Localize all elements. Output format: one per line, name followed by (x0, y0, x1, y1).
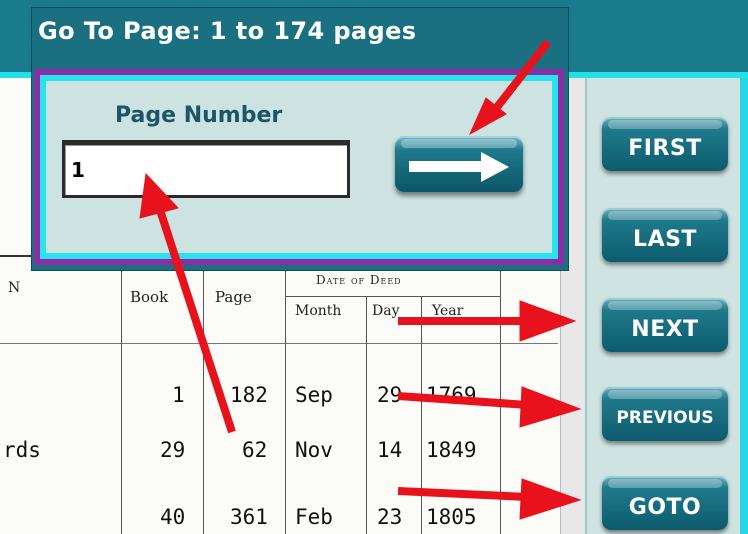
doc-fragment: rds (3, 438, 41, 462)
header-month: Month (295, 303, 342, 319)
table-column-line (285, 270, 286, 534)
previous-button[interactable]: PREVIOUS (602, 387, 728, 441)
first-button[interactable]: FIRST (602, 117, 728, 171)
cell-month: Nov (295, 438, 333, 462)
cell-year: 1849 (426, 438, 477, 462)
cell-page: 182 (230, 383, 268, 407)
cell-page: 62 (242, 438, 268, 462)
header-year: Year (432, 303, 464, 319)
header-day: Day (372, 303, 400, 319)
header-date-of-deed: Date of Deed (316, 273, 402, 287)
goto-button-label: GOTO (628, 494, 702, 520)
cell-day: 23 (377, 505, 403, 529)
table-rule (0, 343, 558, 344)
cell-day: 14 (377, 438, 403, 462)
cell-page: 361 (230, 505, 268, 529)
doc-fragment: N (8, 280, 21, 296)
page-number-input[interactable] (62, 140, 350, 198)
table-column-line (203, 270, 204, 534)
navigation-panel-rim (740, 78, 748, 534)
cell-month: Feb (295, 505, 333, 529)
goto-button[interactable]: GOTO (602, 476, 728, 530)
cell-year: 1805 (426, 505, 477, 529)
cell-book: 1 (172, 383, 185, 407)
table-column-line (366, 296, 367, 534)
table-rule (285, 296, 500, 297)
first-button-label: FIRST (628, 135, 702, 161)
table-column-line (500, 270, 501, 534)
right-arrow-icon (409, 152, 509, 182)
last-button[interactable]: LAST (602, 208, 728, 262)
cell-year: 1769 (426, 383, 477, 407)
cell-book: 29 (160, 438, 186, 462)
next-button[interactable]: NEXT (602, 298, 728, 352)
cell-month: Sep (295, 383, 333, 407)
dialog-title: Go To Page: 1 to 174 pages (38, 17, 417, 45)
table-column-line (121, 270, 122, 534)
last-button-label: LAST (633, 226, 697, 252)
table-column-line (421, 296, 422, 534)
page-number-label: Page Number (115, 103, 283, 128)
next-button-label: NEXT (631, 316, 699, 342)
go-button[interactable] (395, 136, 523, 192)
header-book: Book (130, 288, 169, 306)
header-page: Page (215, 288, 252, 306)
cell-book: 40 (160, 505, 186, 529)
previous-button-label: PREVIOUS (616, 408, 714, 428)
cell-day: 29 (377, 383, 403, 407)
